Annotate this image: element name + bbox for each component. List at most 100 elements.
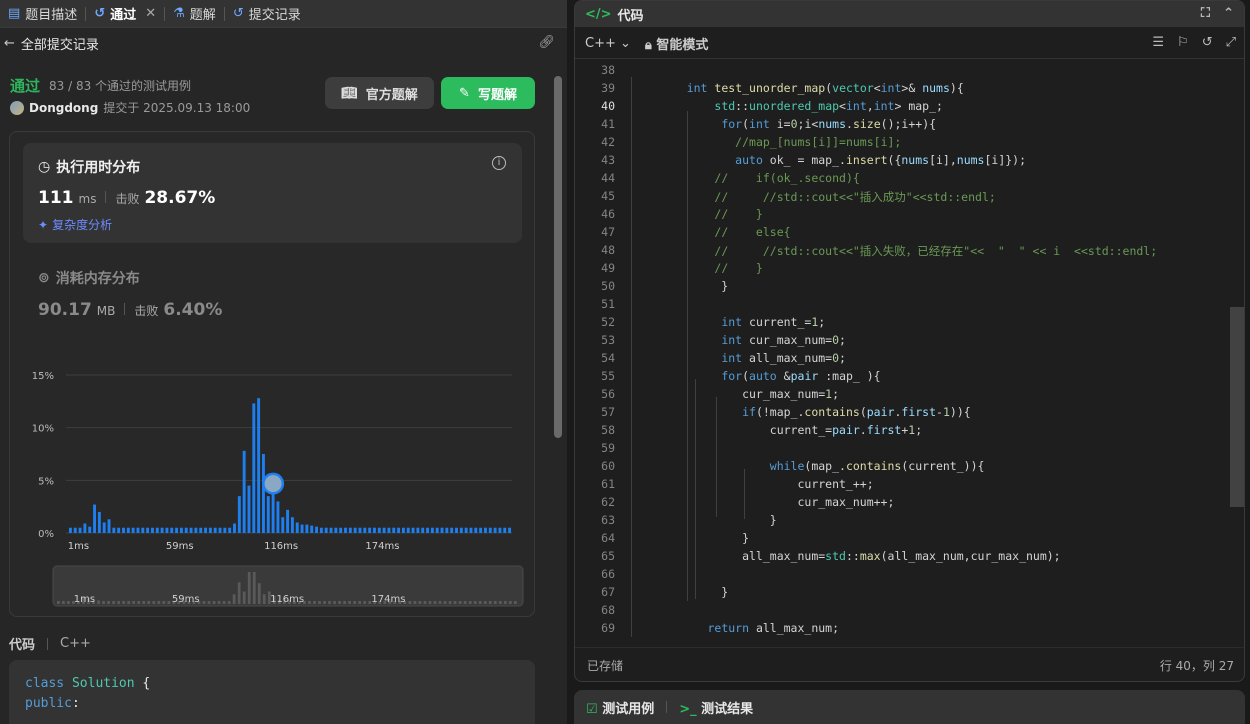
bar: [83, 523, 87, 533]
overview-bar: [488, 601, 492, 604]
editor-scrollbar[interactable]: [1230, 307, 1244, 507]
code-line[interactable]: }: [659, 279, 728, 293]
code-line[interactable]: // else{: [659, 225, 790, 239]
all-submissions-link[interactable]: 全部提交记录: [21, 34, 99, 53]
avatar[interactable]: [10, 100, 24, 115]
bar: [112, 527, 116, 533]
bar: [363, 527, 367, 533]
overview-bar: [247, 572, 251, 604]
flask-icon: ⚗: [173, 6, 185, 21]
official-solution-button[interactable]: 📖︎ 官方题解: [325, 77, 434, 109]
overview-bar: [257, 583, 261, 604]
runtime-distribution-chart[interactable]: 15% 10% 5% 0% 1ms 59ms 116ms 174ms 1ms 59ms 116ms 1…: [10, 132, 536, 618]
submitter-info: Dongdong 提交于 2025.09.13 18:00: [10, 99, 250, 116]
x-tick-label: 116ms: [264, 541, 298, 552]
chevron-down-icon: ⌄: [620, 36, 631, 51]
code-line[interactable]: int test_unorder_map(vector<int>& nums){: [659, 81, 964, 95]
bar: [305, 524, 309, 533]
line-number: 46: [601, 207, 615, 221]
overview-bar: [443, 601, 447, 604]
language-select[interactable]: C++ ⌄: [585, 36, 631, 51]
overview-bar: [318, 601, 321, 604]
bar: [382, 527, 386, 533]
write-solution-button[interactable]: ✎ 写题解: [441, 77, 535, 109]
tab-submissions[interactable]: ↺ 提交记录: [225, 0, 309, 28]
tab-solutions[interactable]: ⚗ 题解: [165, 0, 224, 28]
bar: [237, 496, 241, 533]
link-icon[interactable]: 🔗︎: [538, 35, 555, 50]
bar: [73, 527, 77, 533]
code-line[interactable]: }: [659, 585, 728, 599]
bar: [257, 398, 261, 533]
code-line[interactable]: current_=pair.first+1;: [659, 423, 922, 437]
code-line[interactable]: for(int i=0;i<nums.size();i++){: [659, 117, 936, 131]
tab-description[interactable]: ▤ 题目描述: [0, 0, 85, 28]
overview-bar: [212, 601, 216, 604]
x-tick-label: 174ms: [365, 541, 399, 552]
bar: [397, 527, 401, 533]
bar: [464, 527, 468, 533]
bottom-panel-tabs: ☑ 测试用例 >_ 测试结果: [574, 690, 1245, 724]
tab-testcase[interactable]: ☑ 测试用例: [586, 698, 654, 717]
line-number: 41: [601, 117, 615, 131]
bar: [276, 501, 280, 533]
overview-bar: [62, 601, 65, 604]
code-line[interactable]: return all_max_num;: [659, 621, 839, 635]
overview-bar: [413, 601, 417, 604]
code-line[interactable]: all_max_num=std::max(all_max_num,cur_max…: [659, 549, 1061, 563]
code-line[interactable]: //map_[nums[i]]=nums[i];: [659, 135, 901, 149]
bar: [233, 523, 236, 533]
code-line[interactable]: std::unordered_map<int,int> map_;: [659, 99, 943, 113]
history-icon: ↺: [232, 6, 244, 21]
close-icon[interactable]: ✕: [145, 6, 156, 21]
code-editor[interactable]: 38 39 int test_unorder_map(vector<int>& n…: [575, 59, 1244, 638]
bar: [474, 527, 478, 533]
code-line[interactable]: cur_max_num=1;: [659, 387, 839, 401]
fullscreen-icon[interactable]: ⤢: [1226, 35, 1236, 50]
bar: [170, 527, 174, 533]
overview-bar: [493, 601, 497, 604]
collapse-icon[interactable]: ⌃: [1223, 6, 1234, 21]
code-line[interactable]: current_++;: [659, 477, 873, 491]
code-line: class Solution {: [25, 676, 151, 691]
left-scrollbar[interactable]: [554, 76, 562, 438]
line-number: 38: [601, 63, 615, 77]
code-line[interactable]: int current_=1;: [659, 315, 825, 329]
overview-bar: [308, 601, 311, 604]
overview-bar: [453, 601, 457, 604]
mode-select[interactable]: 🔒︎ 智能模式: [645, 34, 708, 53]
code-line[interactable]: auto ok_ = map_.insert({nums[i],nums[i]}…: [659, 153, 1026, 167]
code-line[interactable]: // }: [659, 207, 762, 221]
overview-bar: [232, 594, 236, 604]
bar: [445, 527, 449, 533]
bar: [508, 527, 512, 533]
code-line[interactable]: }: [659, 513, 777, 527]
username[interactable]: Dongdong: [29, 101, 98, 115]
code-line[interactable]: // //std::cout<<"插入成功"<<std::endl;: [659, 189, 995, 205]
bar: [266, 496, 270, 533]
code-line[interactable]: for(auto &pair :map_ ){: [659, 369, 880, 383]
code-line[interactable]: // //std::cout<<"插入失败，已经存在"<< " " << i <…: [659, 243, 1157, 259]
code-line[interactable]: // }: [659, 261, 762, 275]
performance-card: ◷ 执行用时分布 i 111 ms 击败 28.67% ✦ 复杂度分析 ⊚ 消耗内存分…: [9, 131, 535, 617]
overview-bar: [458, 601, 462, 604]
format-icon[interactable]: ☰: [1152, 35, 1164, 50]
overview-bar: [57, 601, 60, 604]
overview-bar: [157, 601, 161, 604]
code-line[interactable]: // if(ok_.second){: [659, 171, 859, 185]
bookmark-icon[interactable]: ⚐: [1177, 35, 1189, 50]
bar: [479, 527, 483, 533]
code-line[interactable]: if(!map_.contains(pair.first-1)){: [659, 405, 971, 419]
tab-accepted[interactable]: ↺ 通过 ✕: [86, 0, 164, 28]
bar: [503, 527, 507, 533]
bar: [484, 527, 487, 533]
back-arrow-icon[interactable]: ←: [4, 36, 15, 51]
line-number: 51: [601, 297, 615, 311]
overview-bar: [418, 601, 422, 604]
code-line[interactable]: while(map_.contains(current_)){: [659, 459, 985, 473]
code-line[interactable]: }: [659, 531, 749, 545]
reset-icon[interactable]: ↺: [1202, 35, 1213, 50]
bar: [348, 527, 352, 533]
tab-test-result[interactable]: >_ 测试结果: [679, 698, 753, 717]
maximize-icon[interactable]: ⛶: [1201, 6, 1210, 21]
